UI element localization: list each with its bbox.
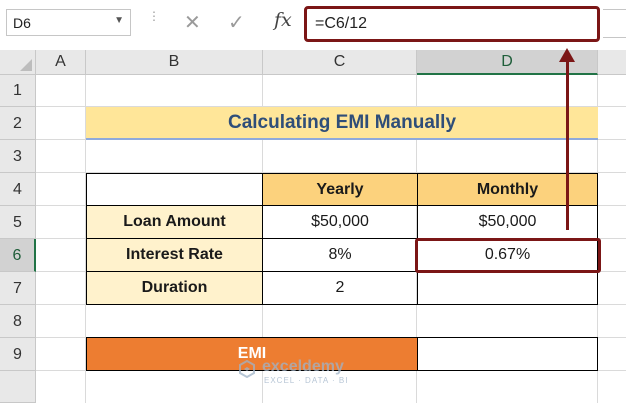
name-box-value: D6 [13, 15, 31, 31]
row-label-interest-rate[interactable]: Interest Rate [86, 238, 263, 272]
table-corner-cell[interactable] [86, 173, 263, 206]
insert-function-button[interactable]: fx [274, 9, 292, 31]
cell-d5[interactable]: $50,000 [417, 205, 598, 239]
formula-text: =C6/12 [315, 15, 368, 32]
select-all-icon [20, 59, 32, 71]
column-header-b[interactable]: B [86, 50, 263, 75]
row-header-5[interactable]: 5 [0, 206, 36, 239]
drag-handle-icon[interactable]: ⋮ [148, 10, 160, 22]
column-header-e[interactable] [598, 50, 626, 75]
row-header-8[interactable]: 8 [0, 305, 36, 338]
cell-d7[interactable] [417, 271, 598, 305]
column-header-a[interactable]: A [36, 50, 86, 75]
select-all-button[interactable] [0, 50, 36, 75]
formula-bar-expand[interactable] [603, 9, 626, 38]
row-header-9[interactable]: 9 [0, 338, 36, 371]
header-yearly[interactable]: Yearly [262, 173, 418, 206]
header-monthly[interactable]: Monthly [417, 173, 598, 206]
cell-c7[interactable]: 2 [262, 271, 418, 305]
chevron-down-icon[interactable]: ▼ [114, 15, 124, 26]
row-header-1[interactable]: 1 [0, 75, 36, 107]
name-box[interactable]: D6 ▼ [6, 9, 131, 36]
watermark-tagline: EXCEL · DATA · BI [264, 376, 349, 385]
row-header-10[interactable] [0, 371, 36, 403]
cell-c6[interactable]: 8% [262, 238, 418, 272]
row-header-2[interactable]: 2 [0, 107, 36, 140]
cell-c5[interactable]: $50,000 [262, 205, 418, 239]
row-header-3[interactable]: 3 [0, 140, 36, 173]
close-icon[interactable]: ✕ [184, 10, 201, 35]
selected-cell-highlight [415, 238, 601, 273]
exceldemy-logo-icon [239, 360, 255, 378]
check-icon[interactable]: ✓ [228, 10, 245, 35]
row-header-7[interactable]: 7 [0, 272, 36, 305]
row-header-6[interactable]: 6 [0, 239, 36, 272]
watermark-brand: exceldemy [262, 358, 344, 375]
arrow-up-icon [559, 48, 575, 62]
annotation-arrow-line [566, 60, 569, 230]
row-header-4[interactable]: 4 [0, 173, 36, 206]
column-header-c[interactable]: C [263, 50, 417, 75]
formula-bar: D6 ▼ ⋮ ✕ ✓ fx =C6/12 [0, 0, 626, 46]
emi-value-cell[interactable] [417, 337, 598, 371]
row-label-loan-amount[interactable]: Loan Amount [86, 205, 263, 239]
row-label-duration[interactable]: Duration [86, 271, 263, 305]
formula-input[interactable]: =C6/12 [304, 6, 600, 42]
sheet-title[interactable]: Calculating EMI Manually [86, 107, 598, 140]
